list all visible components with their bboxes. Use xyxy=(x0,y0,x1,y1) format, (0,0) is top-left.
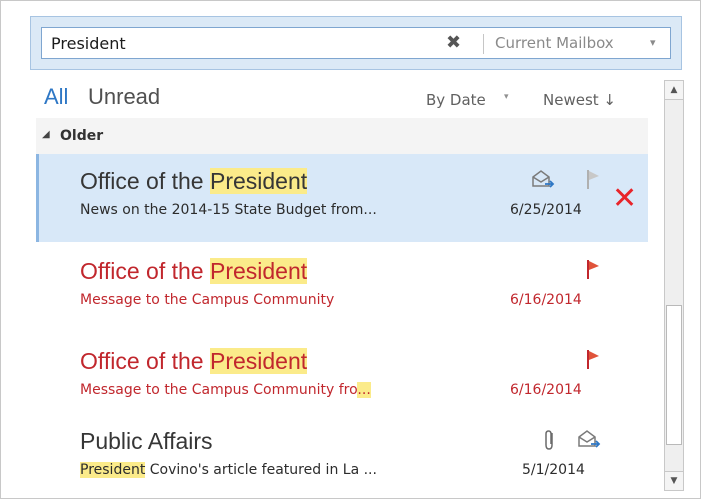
scroll-up-arrow-icon[interactable]: ▲ xyxy=(665,81,683,100)
message-sender: Public Affairs xyxy=(80,428,213,454)
sort-by-dropdown[interactable]: By Date xyxy=(426,91,486,109)
vertical-scrollbar[interactable]: ▲ ▼ xyxy=(664,80,684,491)
message-item[interactable]: Office of the President Message to the C… xyxy=(36,244,648,332)
filter-all[interactable]: All xyxy=(44,84,68,110)
message-sender: Office of the President xyxy=(80,258,308,284)
reply-envelope-icon xyxy=(578,430,601,448)
collapse-triangle-icon[interactable]: ◢ xyxy=(42,129,50,140)
message-subject: Message to the Campus Community fro... xyxy=(80,382,371,398)
message-sender: Office of the President xyxy=(80,168,308,194)
paperclip-icon xyxy=(545,430,553,450)
message-item[interactable]: Office of the President News on the 2014… xyxy=(36,154,648,242)
message-date: 5/1/2014 xyxy=(522,462,585,478)
chevron-down-icon[interactable]: ▾ xyxy=(504,92,509,102)
search-input[interactable]: President ✖ Current Mailbox ▾ xyxy=(41,27,671,59)
chevron-down-icon[interactable]: ▾ xyxy=(650,36,656,49)
delete-icon[interactable]: ✕ xyxy=(612,184,637,214)
message-date: 6/16/2014 xyxy=(510,382,582,398)
search-divider xyxy=(483,34,484,54)
search-query[interactable]: President xyxy=(51,34,126,53)
group-header-label: Older xyxy=(60,128,104,144)
flag-icon[interactable] xyxy=(584,168,602,190)
message-subject: News on the 2014-15 State Budget from... xyxy=(80,202,377,218)
message-subject: President Covino's article featured in L… xyxy=(80,462,377,478)
message-item[interactable]: Public Affairs President Covino's articl… xyxy=(36,414,648,502)
message-item[interactable]: Office of the President Message to the C… xyxy=(36,334,648,422)
scroll-thumb[interactable] xyxy=(666,305,682,445)
sort-order-toggle[interactable]: Newest ↓ xyxy=(543,91,616,109)
close-icon[interactable]: ✖ xyxy=(446,32,461,53)
flag-icon[interactable] xyxy=(584,258,602,280)
message-date: 6/25/2014 xyxy=(510,202,582,218)
group-header-row[interactable] xyxy=(36,118,648,154)
search-scope-dropdown[interactable]: Current Mailbox xyxy=(495,34,614,52)
filter-unread[interactable]: Unread xyxy=(88,84,160,110)
search-bar: President ✖ Current Mailbox ▾ xyxy=(30,16,682,70)
message-sender: Office of the President xyxy=(80,348,308,374)
scroll-down-arrow-icon[interactable]: ▼ xyxy=(665,471,683,490)
message-date: 6/16/2014 xyxy=(510,292,582,308)
message-subject: Message to the Campus Community xyxy=(80,292,335,308)
reply-envelope-icon xyxy=(532,170,555,188)
flag-icon[interactable] xyxy=(584,348,602,370)
